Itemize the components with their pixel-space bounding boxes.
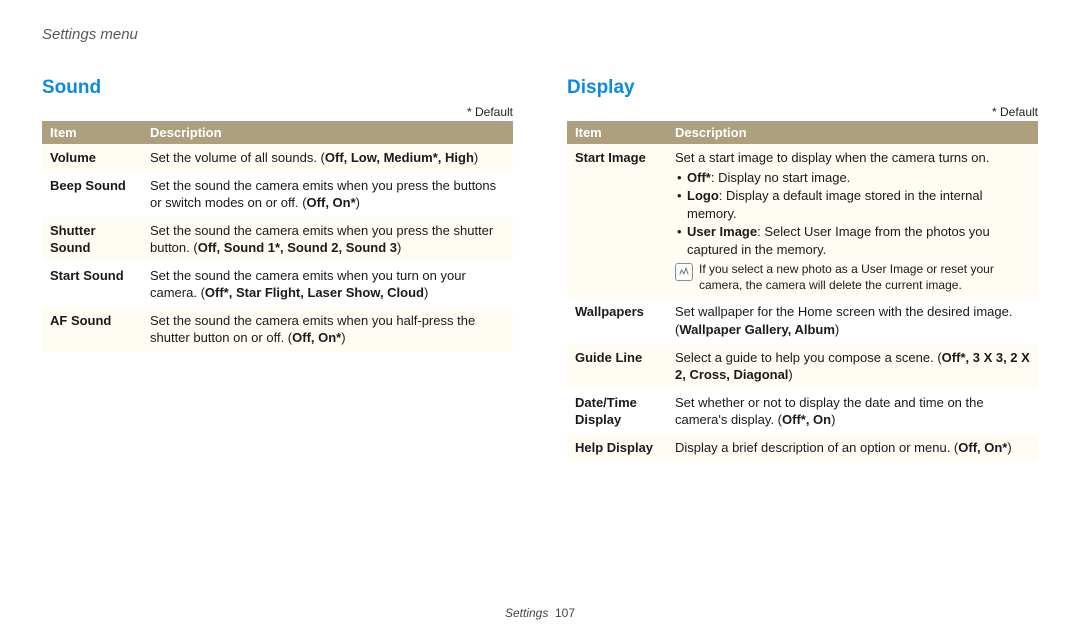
page-footer: Settings 107 — [0, 606, 1080, 620]
desc-cell: Set the sound the camera emits when you … — [142, 307, 513, 352]
table-row: Start Image Set a start image to display… — [567, 144, 1038, 298]
table-row: Guide Line Select a guide to help you co… — [567, 344, 1038, 389]
display-heading: Display — [567, 77, 1038, 99]
table-row: Beep Sound Set the sound the camera emit… — [42, 172, 513, 217]
col-header-description: Description — [142, 121, 513, 144]
item-cell: AF Sound — [42, 307, 142, 352]
start-image-note: If you select a new photo as a User Imag… — [675, 262, 1030, 293]
list-item: User Image: Select User Image from the p… — [675, 223, 1030, 258]
breadcrumb: Settings menu — [42, 26, 1038, 43]
start-image-bullets: Off*: Display no start image. Logo: Disp… — [675, 169, 1030, 259]
display-section: Display * Default Item Description Start… — [567, 77, 1038, 461]
list-item: Off*: Display no start image. — [675, 169, 1030, 187]
item-cell: Volume — [42, 144, 142, 172]
item-cell: Date/Time Display — [567, 389, 667, 434]
col-header-item: Item — [42, 121, 142, 144]
item-cell: Help Display — [567, 434, 667, 462]
desc-cell: Select a guide to help you compose a sce… — [667, 344, 1038, 389]
desc-cell: Display a brief description of an option… — [667, 434, 1038, 462]
list-item: Logo: Display a default image stored in … — [675, 187, 1030, 222]
table-row: Start Sound Set the sound the camera emi… — [42, 262, 513, 307]
start-image-intro: Set a start image to display when the ca… — [675, 150, 989, 165]
item-cell: Wallpapers — [567, 298, 667, 343]
item-cell: Shutter Sound — [42, 217, 142, 262]
col-header-item: Item — [567, 121, 667, 144]
item-cell: Beep Sound — [42, 172, 142, 217]
sound-section: Sound * Default Item Description Volume … — [42, 77, 513, 461]
footer-page: 107 — [555, 606, 575, 620]
desc-cell: Set the sound the camera emits when you … — [142, 262, 513, 307]
table-row: Help Display Display a brief description… — [567, 434, 1038, 462]
col-header-description: Description — [667, 121, 1038, 144]
display-table: Item Description Start Image Set a start… — [567, 121, 1038, 461]
note-text: If you select a new photo as a User Imag… — [699, 262, 1030, 293]
table-row: Wallpapers Set wallpaper for the Home sc… — [567, 298, 1038, 343]
desc-cell: Set whether or not to display the date a… — [667, 389, 1038, 434]
sound-heading: Sound — [42, 77, 513, 99]
footer-section: Settings — [505, 606, 548, 620]
desc-cell: Set the sound the camera emits when you … — [142, 172, 513, 217]
page-root: Settings menu Sound * Default Item Descr… — [0, 0, 1080, 630]
table-row: Date/Time Display Set whether or not to … — [567, 389, 1038, 434]
item-cell: Guide Line — [567, 344, 667, 389]
table-row: Volume Set the volume of all sounds. (Of… — [42, 144, 513, 172]
desc-cell: Set the volume of all sounds. (Off, Low,… — [142, 144, 513, 172]
content-columns: Sound * Default Item Description Volume … — [42, 77, 1038, 461]
sound-default-note: * Default — [42, 105, 513, 119]
item-cell: Start Image — [567, 144, 667, 298]
table-row: AF Sound Set the sound the camera emits … — [42, 307, 513, 352]
item-cell: Start Sound — [42, 262, 142, 307]
display-default-note: * Default — [567, 105, 1038, 119]
table-row: Shutter Sound Set the sound the camera e… — [42, 217, 513, 262]
sound-table: Item Description Volume Set the volume o… — [42, 121, 513, 352]
note-icon — [675, 263, 693, 281]
desc-cell: Set a start image to display when the ca… — [667, 144, 1038, 298]
desc-cell: Set wallpaper for the Home screen with t… — [667, 298, 1038, 343]
desc-cell: Set the sound the camera emits when you … — [142, 217, 513, 262]
